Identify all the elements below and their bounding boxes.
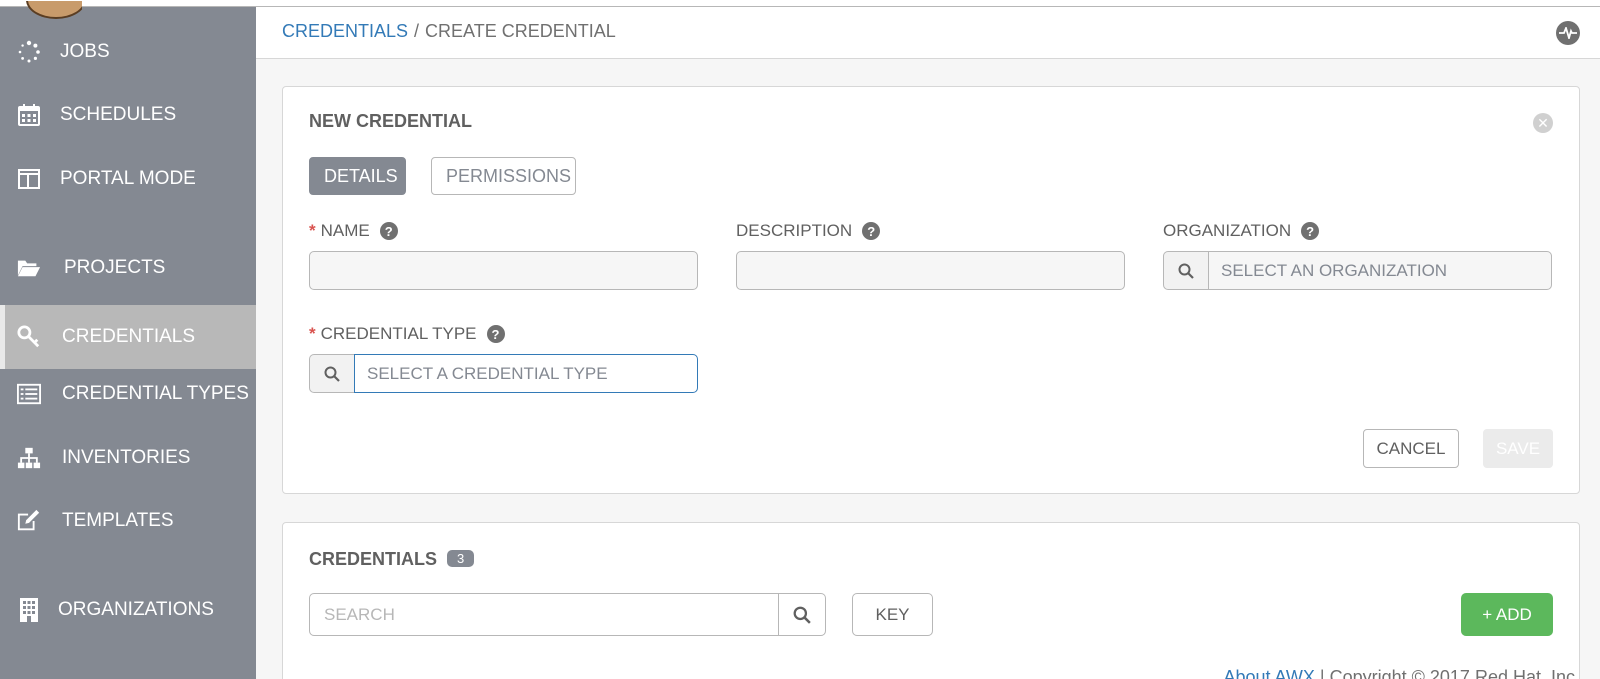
breadcrumb-current: CREATE CREDENTIAL (425, 21, 616, 41)
sidebar-item-label: PROJECTS (64, 257, 166, 278)
sidebar-item-templates[interactable]: TEMPLATES (0, 489, 256, 553)
name-label: * NAME ? (309, 221, 398, 241)
sidebar-item-schedules[interactable]: SCHEDULES (0, 83, 256, 147)
credential-type-search-button[interactable] (309, 354, 354, 393)
calendar-icon (17, 103, 41, 127)
edit-icon (17, 509, 41, 533)
credentials-list-panel: CREDENTIALS 3 KEY + ADD (282, 522, 1580, 679)
copyright-text: Copyright © 2017 Red Hat, Inc. (1329, 667, 1580, 679)
description-label: DESCRIPTION ? (736, 221, 881, 241)
search-icon (1178, 263, 1194, 279)
sidebar-item-label: TEMPLATES (62, 510, 174, 531)
sidebar-item-label: ORGANIZATIONS (58, 599, 214, 620)
credential-type-lookup (309, 354, 698, 393)
search-icon (324, 366, 340, 382)
list-title-text: CREDENTIALS (309, 549, 438, 569)
organization-label-text: ORGANIZATION (1163, 221, 1292, 240)
organization-input[interactable] (1208, 251, 1552, 290)
sidebar-item-label: INVENTORIES (62, 447, 191, 468)
tab-permissions[interactable]: PERMISSIONS (431, 157, 576, 195)
credential-type-input[interactable] (354, 354, 698, 393)
organization-search-button[interactable] (1163, 251, 1208, 290)
name-field[interactable] (309, 251, 698, 290)
organization-label: ORGANIZATION ? (1163, 221, 1320, 241)
help-icon[interactable]: ? (1301, 222, 1320, 240)
list-title: CREDENTIALS 3 (309, 549, 475, 570)
search-bar (309, 593, 826, 636)
footer-separator: | (1319, 667, 1325, 679)
sidebar-item-credentials[interactable]: CREDENTIALS (0, 305, 256, 369)
credential-type-label: * CREDENTIAL TYPE ? (309, 324, 505, 344)
sidebar-item-projects[interactable]: PROJECTS (0, 236, 256, 300)
required-marker: * (309, 324, 316, 343)
sidebar-item-credential-types[interactable]: CREDENTIAL TYPES (0, 362, 256, 426)
count-badge: 3 (447, 550, 475, 567)
help-icon[interactable]: ? (862, 222, 881, 240)
help-icon[interactable]: ? (379, 222, 398, 240)
sidebar-item-label: SCHEDULES (60, 104, 177, 125)
search-icon (793, 606, 811, 624)
save-button[interactable]: SAVE (1483, 429, 1553, 468)
sidebar-item-jobs[interactable]: JOBS (0, 20, 256, 84)
credential-type-label-text: CREDENTIAL TYPE (320, 324, 477, 343)
breadcrumb-separator: / (414, 21, 420, 41)
key-button[interactable]: KEY (852, 593, 933, 636)
building-icon (17, 598, 41, 622)
spinner-icon (17, 40, 41, 64)
sidebar-item-label: CREDENTIAL TYPES (62, 383, 249, 404)
required-marker: * (309, 221, 316, 240)
activity-stream-icon[interactable] (1556, 21, 1580, 45)
search-input[interactable] (309, 593, 779, 636)
description-label-text: DESCRIPTION (736, 221, 853, 240)
breadcrumb-credentials-link[interactable]: CREDENTIALS (282, 21, 408, 41)
sidebar-item-label: PORTAL MODE (60, 168, 196, 189)
search-button[interactable] (779, 593, 826, 636)
list-icon (17, 382, 41, 406)
help-icon[interactable]: ? (486, 325, 505, 343)
new-credential-panel: NEW CREDENTIAL ✕ DETAILS PERMISSIONS * N… (282, 86, 1580, 494)
cancel-button[interactable]: CANCEL (1363, 429, 1459, 468)
tab-details[interactable]: DETAILS (309, 157, 406, 195)
top-bar: CREDENTIALS / CREATE CREDENTIAL (256, 7, 1600, 59)
window-top-edge (0, 0, 1600, 7)
breadcrumb: CREDENTIALS / CREATE CREDENTIAL (282, 21, 616, 42)
folder-open-icon (17, 256, 41, 280)
add-button[interactable]: + ADD (1461, 593, 1553, 636)
organization-lookup (1163, 251, 1552, 290)
sidebar-item-label: JOBS (60, 41, 110, 62)
description-field[interactable] (736, 251, 1125, 290)
key-icon (17, 325, 41, 349)
close-icon[interactable]: ✕ (1533, 113, 1553, 133)
sidebar-item-label: CREDENTIALS (62, 326, 196, 347)
footer: About AWX | Copyright © 2017 Red Hat, In… (256, 667, 1600, 679)
about-link[interactable]: About AWX (1223, 667, 1314, 679)
sidebar-item-inventories[interactable]: INVENTORIES (0, 426, 256, 490)
sidebar-item-organizations[interactable]: ORGANIZATIONS (0, 578, 256, 642)
panel-title: NEW CREDENTIAL (309, 111, 472, 131)
sidebar-item-portal-mode[interactable]: PORTAL MODE (0, 147, 256, 211)
sitemap-icon (17, 446, 41, 470)
columns-icon (17, 167, 41, 191)
name-label-text: NAME (320, 221, 370, 240)
sidebar-nav: JOBS SCHEDULES PORTAL MODE PROJECTS CRED… (0, 1, 256, 679)
